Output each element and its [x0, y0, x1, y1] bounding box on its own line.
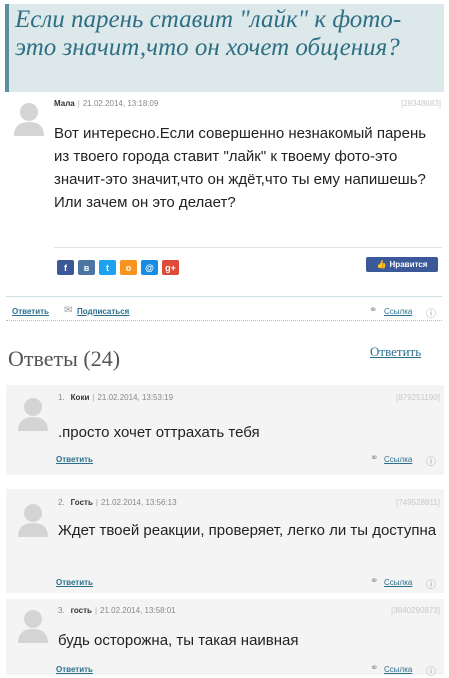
- info-icon[interactable]: ⓘ: [426, 663, 436, 678]
- answer-date: 21.02.2014, 13:58:01: [100, 606, 176, 615]
- avatar-icon: [16, 395, 50, 431]
- avatar-icon: [16, 501, 50, 537]
- avatar-icon: [16, 607, 50, 643]
- meta-separator: |: [77, 99, 80, 108]
- answer-text: Ждет твоей реакции, проверяет, легко ли …: [58, 522, 437, 539]
- answer-meta: 3. гость | 21.02.2014, 13:58:01: [58, 606, 176, 615]
- answer-date: 21.02.2014, 13:53:19: [97, 393, 174, 402]
- answer-item: 2. Гость | 21.02.2014, 13:56:13 [749528811]…: [6, 489, 444, 593]
- answer-author[interactable]: гость: [71, 606, 92, 615]
- question-text: Вот интересно.Если совершенно незнакомый…: [54, 125, 427, 211]
- answer-author[interactable]: Гость: [71, 498, 93, 507]
- divider: [6, 320, 442, 321]
- answer-item: 3. гость | 21.02.2014, 13:58:01 [3840290873…: [6, 599, 444, 678]
- question-date: 21.02.2014, 13:18:09: [82, 99, 159, 108]
- question-id: [29348683]: [400, 99, 441, 108]
- answer-text: .просто хочет оттрахать тебя: [58, 424, 260, 441]
- question-avatar-icon: [12, 100, 46, 136]
- answer-id: [749528811]: [396, 498, 440, 507]
- like-label: Нравится: [389, 260, 428, 269]
- question-meta: Мала | 21.02.2014, 13:18:09: [54, 99, 158, 108]
- answer-author[interactable]: Коки: [71, 393, 90, 402]
- meta-separator: |: [95, 498, 98, 507]
- answer-item: 1. Коки | 21.02.2014, 13:53:19 [879251190] …: [6, 385, 444, 475]
- divider: [6, 296, 442, 297]
- envelope-icon: ✉: [64, 305, 73, 316]
- info-icon[interactable]: ⓘ: [426, 576, 436, 591]
- answer-link[interactable]: Ссылка: [384, 578, 412, 587]
- link-chain-icon: ⚭: [370, 453, 379, 464]
- divider: [54, 247, 442, 248]
- question-title-box: Если парень ставит "лайк" к фото-это зна…: [5, 4, 444, 92]
- answer-id: [879251190]: [396, 393, 440, 402]
- answer-date: 21.02.2014, 13:56:13: [100, 498, 177, 507]
- link-chain-icon: ⚭: [370, 663, 379, 674]
- answer-id: [3840290873]: [391, 606, 440, 615]
- link-chain-icon: ⚭: [369, 305, 378, 316]
- vk-share-icon[interactable]: в: [78, 260, 95, 275]
- answer-reply-link[interactable]: Ответить: [56, 665, 93, 674]
- answer-number: 3.: [58, 606, 65, 615]
- info-icon[interactable]: ⓘ: [426, 305, 436, 320]
- subscribe-link[interactable]: Подписаться: [77, 307, 129, 316]
- odnoklassniki-share-icon[interactable]: о: [120, 260, 137, 275]
- question-reply-link[interactable]: Ответить: [12, 307, 49, 316]
- answers-title: Ответы (24): [8, 346, 121, 371]
- like-button[interactable]: 👍 Нравится: [366, 257, 438, 272]
- twitter-share-icon[interactable]: t: [99, 260, 116, 275]
- googleplus-share-icon[interactable]: g+: [162, 260, 179, 275]
- answer-reply-link[interactable]: Ответить: [56, 455, 93, 464]
- answer-link[interactable]: Ссылка: [384, 455, 412, 464]
- share-icons: f в t о @ g+: [57, 260, 179, 275]
- question-link[interactable]: Ссылка: [384, 307, 412, 316]
- question-title: Если парень ставит "лайк" к фото-это зна…: [15, 6, 402, 61]
- meta-separator: |: [92, 393, 95, 402]
- thumbs-up-icon: 👍: [376, 260, 387, 269]
- question-author[interactable]: Мала: [54, 99, 75, 108]
- answer-meta: 2. Гость | 21.02.2014, 13:56:13: [58, 498, 177, 507]
- answer-reply-link[interactable]: Ответить: [56, 578, 93, 587]
- facebook-share-icon[interactable]: f: [57, 260, 74, 275]
- info-icon[interactable]: ⓘ: [426, 453, 436, 468]
- answer-link[interactable]: Ссылка: [384, 665, 412, 674]
- answer-number: 1.: [58, 393, 65, 402]
- answer-number: 2.: [58, 498, 65, 507]
- mailru-share-icon[interactable]: @: [141, 260, 158, 275]
- link-chain-icon: ⚭: [370, 576, 379, 587]
- answer-text: будь осторожна, ты такая наивная: [58, 632, 299, 649]
- answer-reply-button[interactable]: Ответить: [370, 344, 421, 360]
- meta-separator: |: [94, 606, 98, 615]
- answer-meta: 1. Коки | 21.02.2014, 13:53:19: [58, 393, 173, 402]
